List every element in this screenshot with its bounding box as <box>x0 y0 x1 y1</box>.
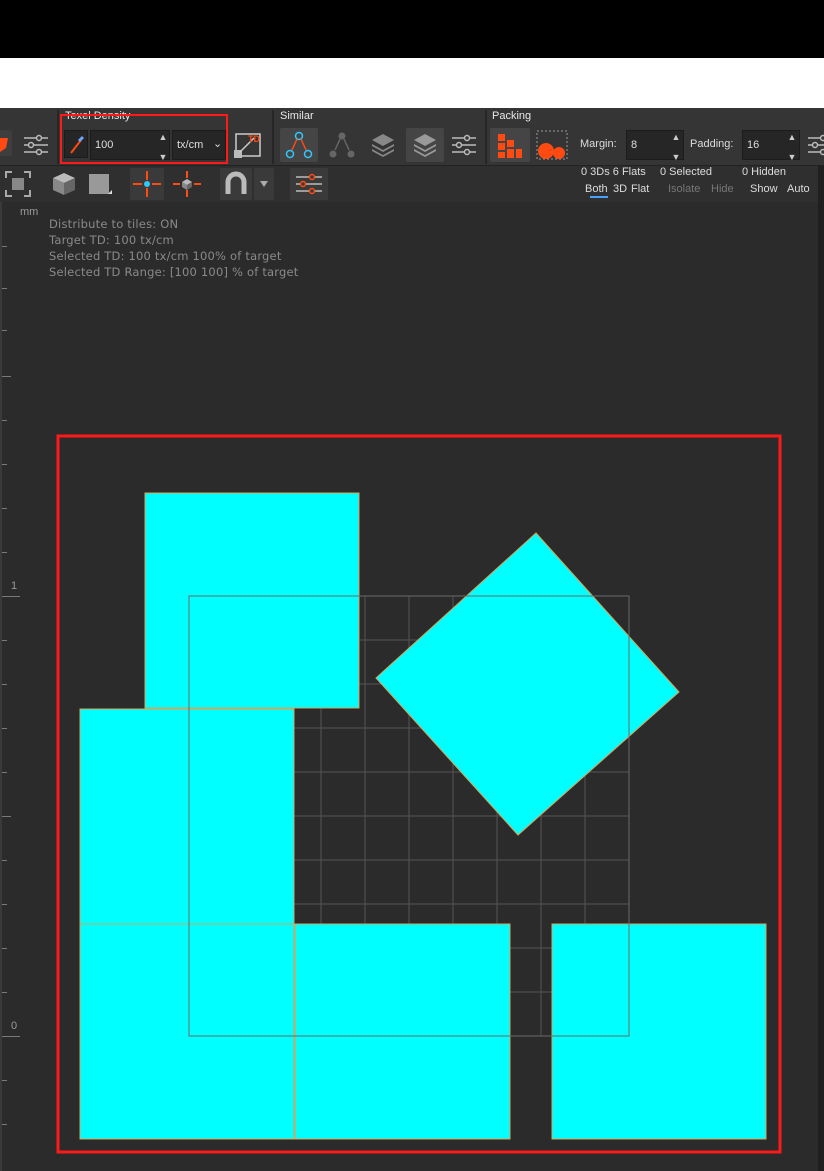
filter-both-underline <box>590 196 608 198</box>
ruler-label-one: 1 <box>11 580 18 592</box>
stats-counts: 0 3Ds 6 Flats <box>581 166 646 178</box>
secondary-toolbar: 0 3Ds 6 Flats 0 Selected 0 Hidden Both 3… <box>0 166 824 202</box>
isolate-button[interactable]: Isolate <box>668 183 700 195</box>
packing-settings-icon[interactable] <box>804 132 824 158</box>
uv-island <box>144 492 360 709</box>
layers-icon[interactable] <box>366 128 400 162</box>
layers-filled-icon[interactable] <box>406 128 444 162</box>
square-icon[interactable] <box>86 170 114 198</box>
view-settings-icon[interactable] <box>290 168 328 200</box>
sliders-icon[interactable] <box>20 132 52 158</box>
uv-island <box>551 923 767 1140</box>
pack-blocks-icon[interactable] <box>490 128 530 162</box>
magnet-icon[interactable] <box>220 168 252 200</box>
margin-label: Margin: <box>580 138 617 150</box>
padding-value: 16 <box>747 139 760 151</box>
hide-button[interactable]: Hide <box>711 183 734 195</box>
td-apply-icon[interactable]: TD <box>232 130 264 160</box>
uv-island <box>79 708 295 925</box>
show-button[interactable]: Show <box>750 183 778 195</box>
texel-density-highlight <box>60 114 228 164</box>
similar-label: Similar <box>280 110 314 122</box>
packing-label: Packing <box>492 110 532 122</box>
uv-viewport[interactable]: mm Distribute to tiles: ON Target TD: 10… <box>0 202 818 1171</box>
margin-value: 8 <box>631 139 638 151</box>
vertical-ruler <box>0 202 20 1171</box>
filter-both[interactable]: Both <box>585 183 608 195</box>
margin-spinner[interactable]: ▲ ▼ <box>670 132 682 162</box>
stats-hidden: 0 Hidden <box>742 166 787 178</box>
uv-island <box>375 532 680 836</box>
uv-island <box>79 923 295 1140</box>
vertical-scrollbar[interactable] <box>818 166 824 1171</box>
cube-icon[interactable] <box>50 170 78 198</box>
similar-dim-icon[interactable] <box>324 128 360 162</box>
frame-icon[interactable] <box>4 170 32 198</box>
main-toolbar: Texel Density 100 ▲ ▼ tx/cm ⌄ TD Similar … <box>0 108 824 166</box>
similar-settings-icon[interactable] <box>448 132 480 158</box>
stats-selected: 0 Selected <box>660 166 712 178</box>
padding-spinner[interactable]: ▲ ▼ <box>786 132 798 162</box>
padding-label: Padding: <box>690 138 734 150</box>
move-center-icon[interactable] <box>130 168 164 200</box>
uv-layout <box>56 434 782 1154</box>
similar-select-icon[interactable] <box>280 128 318 162</box>
auto-button[interactable]: Auto <box>787 183 810 195</box>
td-button-label: TD <box>248 134 260 144</box>
ruler-label-zero: 0 <box>11 1020 18 1032</box>
filter-flat[interactable]: Flat <box>631 183 649 195</box>
move-3d-icon[interactable] <box>170 168 204 200</box>
title-bar <box>0 0 824 58</box>
shield-icon[interactable] <box>0 130 12 156</box>
pack-circles-icon[interactable] <box>534 128 570 162</box>
menu-area <box>0 58 824 108</box>
dropdown-arrow-icon[interactable] <box>254 168 274 200</box>
uv-island <box>294 923 511 1140</box>
filter-3d[interactable]: 3D <box>613 183 627 195</box>
